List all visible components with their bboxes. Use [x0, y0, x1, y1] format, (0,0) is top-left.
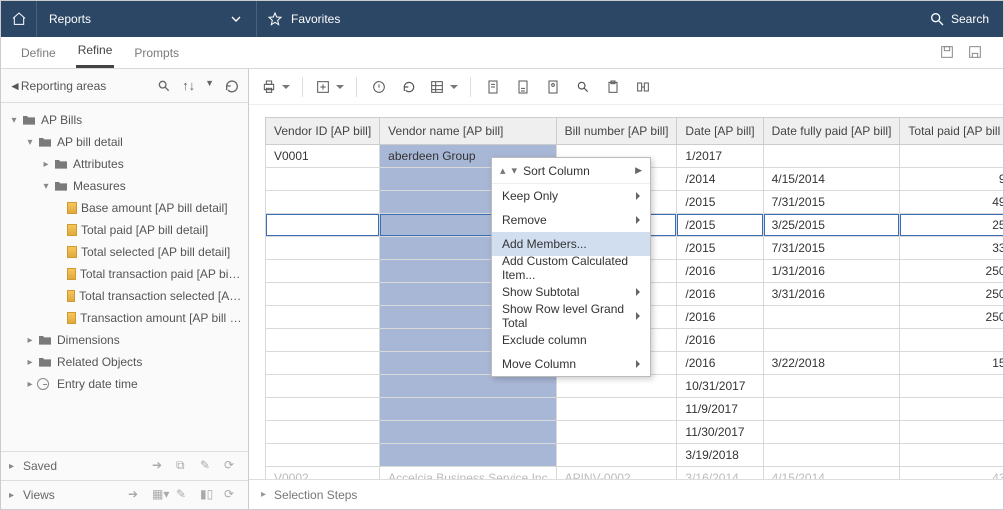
folder-icon [53, 178, 69, 194]
column-bill-number[interactable]: Bill number [AP bill] [556, 118, 677, 145]
clipboard-icon[interactable] [603, 77, 623, 97]
refresh-icon[interactable]: ⟳ [224, 458, 240, 474]
grid-dropdown[interactable] [429, 77, 458, 97]
ctx-keep-only[interactable]: Keep Only [492, 184, 650, 208]
ctx-sort-column[interactable]: ▴ ▾ Sort Column ▶ [492, 158, 650, 184]
zoom-icon[interactable] [573, 77, 593, 97]
sidebar-refresh-icon[interactable] [224, 78, 240, 94]
saved-panel-header[interactable]: ▸ Saved ➔ ⧉ ✎ ⟳ [1, 452, 248, 480]
ctx-add-calc[interactable]: Add Custom Calculated Item... [492, 256, 650, 280]
tree-measure-6[interactable]: Transaction amount [AP bill detail] [1, 307, 248, 329]
home-button[interactable] [1, 1, 37, 37]
tree-ap-bill-detail[interactable]: ▾ AP bill detail [1, 131, 248, 153]
pencil-icon[interactable]: ✎ [176, 487, 192, 503]
tab-define[interactable]: Define [19, 40, 58, 68]
measure-icon [67, 268, 76, 280]
tab-prompts[interactable]: Prompts [132, 40, 181, 68]
tree-related-objects[interactable]: ▸ Related Objects [1, 351, 248, 373]
ctx-row-grand-total[interactable]: Show Row level Grand Total [492, 304, 650, 328]
copy-icon[interactable]: ⧉ [176, 458, 192, 474]
tree-attributes[interactable]: ▸ Attributes [1, 153, 248, 175]
saved-label: Saved [23, 459, 57, 473]
ctx-remove[interactable]: Remove [492, 208, 650, 232]
add-dropdown[interactable] [315, 77, 344, 97]
save-icon[interactable] [939, 44, 957, 62]
sync-icon[interactable] [633, 77, 653, 97]
star-icon [267, 11, 283, 27]
alert-icon[interactable] [369, 77, 389, 97]
tree-ap-bills[interactable]: ▾ AP Bills [1, 109, 248, 131]
measure-icon [67, 224, 77, 236]
column-vendor-name[interactable]: Vendor name [AP bill] [380, 118, 556, 145]
tree-measure-3[interactable]: Total selected [AP bill detail] [1, 241, 248, 263]
ctx-exclude-column[interactable]: Exclude column [492, 328, 650, 352]
table-row[interactable]: V0002Accelcia Business Service IncAPINV-… [266, 467, 1004, 480]
column-context-menu: ▴ ▾ Sort Column ▶ Keep Only Remove Add M… [491, 157, 651, 377]
favorites-button[interactable]: Favorites [257, 1, 417, 37]
measure-icon [67, 246, 77, 258]
print-dropdown[interactable] [261, 77, 290, 97]
tree-measure-2[interactable]: Total paid [AP bill detail] [1, 219, 248, 241]
selection-steps-label[interactable]: Selection Steps [274, 488, 357, 502]
column-date-paid[interactable]: Date fully paid [AP bill] [763, 118, 900, 145]
arrow-right-icon[interactable]: ➔ [128, 487, 144, 503]
measure-icon [67, 312, 76, 324]
table-row[interactable]: 3/19/20180.00 [266, 444, 1004, 467]
arrow-right-icon[interactable]: ➔ [152, 458, 168, 474]
refresh-icon[interactable]: ⟳ [224, 487, 240, 503]
folder-icon [53, 156, 69, 172]
doc-icon-2[interactable] [513, 77, 533, 97]
save-as-icon[interactable] [967, 44, 985, 62]
tree-measure-4[interactable]: Total transaction paid [AP bill detail] [1, 263, 248, 285]
measure-icon [67, 202, 77, 214]
reports-label: Reports [49, 12, 91, 26]
sort-desc-icon: ▾ [512, 164, 518, 177]
sort-asc-icon: ▴ [500, 164, 506, 177]
reports-dropdown[interactable]: Reports [37, 1, 257, 37]
sidebar-sort-icon[interactable]: ↑↓ [182, 78, 195, 94]
favorites-label: Favorites [291, 12, 340, 26]
search-icon [929, 11, 945, 27]
bar-chart-icon[interactable]: ▮▯ [200, 487, 216, 503]
doc-icon-1[interactable] [483, 77, 503, 97]
doc-icon-3[interactable] [543, 77, 563, 97]
search-label: Search [951, 12, 989, 26]
grid-dropdown-icon[interactable]: ▦▾ [152, 487, 168, 503]
column-total-paid[interactable]: Total paid [AP bill detail] [900, 118, 1003, 145]
folder-icon [37, 354, 53, 370]
tree-entry-datetime[interactable]: ▸ Entry date time [1, 373, 248, 395]
tree-measure-1[interactable]: Base amount [AP bill detail] [1, 197, 248, 219]
sidebar-collapse-caret[interactable]: ◄ [9, 79, 21, 93]
folder-icon [37, 332, 53, 348]
tree-dimensions[interactable]: ▸ Dimensions [1, 329, 248, 351]
folder-icon [37, 134, 53, 150]
report-toolbar [249, 69, 1003, 105]
clock-icon [37, 378, 53, 390]
tab-refine[interactable]: Refine [76, 37, 115, 68]
views-panel-header[interactable]: ▸ Views ➔ ▦▾ ✎ ▮▯ ⟳ [1, 481, 248, 509]
chevron-down-icon [228, 11, 244, 27]
tree-measures[interactable]: ▾ Measures [1, 175, 248, 197]
search-button[interactable]: Search [915, 1, 1003, 37]
ctx-move-column[interactable]: Move Column [492, 352, 650, 376]
views-label: Views [23, 488, 55, 502]
ctx-show-subtotal[interactable]: Show Subtotal [492, 280, 650, 304]
home-icon [11, 11, 27, 27]
table-row[interactable]: 11/9/20170.00 [266, 398, 1004, 421]
folder-icon [21, 112, 37, 128]
table-row[interactable]: 11/30/20170.00 [266, 421, 1004, 444]
sidebar-search-icon[interactable] [156, 78, 172, 94]
sidebar-dropdown-icon[interactable]: ▼ [205, 78, 214, 94]
pencil-icon[interactable]: ✎ [200, 458, 216, 474]
refresh-icon[interactable] [399, 77, 419, 97]
ctx-add-members[interactable]: Add Members... [492, 232, 650, 256]
table-row[interactable]: 10/31/20170.00 [266, 375, 1004, 398]
sidebar-title: Reporting areas [21, 79, 106, 93]
measure-icon [67, 290, 75, 302]
chevron-right-icon: ▶ [635, 165, 642, 176]
column-vendor-id[interactable]: Vendor ID [AP bill] [266, 118, 380, 145]
column-date[interactable]: Date [AP bill] [677, 118, 763, 145]
tree-measure-5[interactable]: Total transaction selected [AP bill deta… [1, 285, 248, 307]
selection-caret[interactable]: ▸ [261, 489, 266, 500]
